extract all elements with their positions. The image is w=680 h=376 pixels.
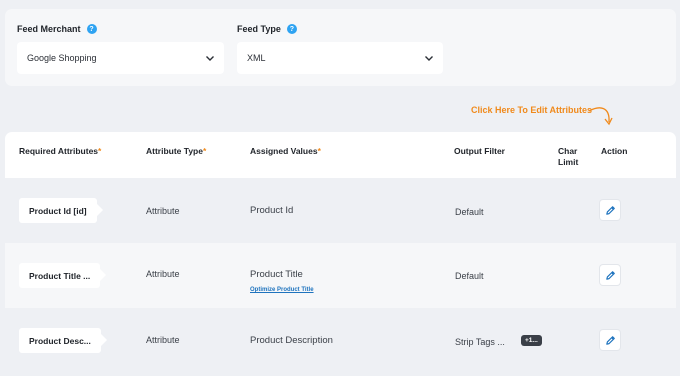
attribute-chip[interactable]: Product Title ... xyxy=(19,263,107,288)
attribute-chip[interactable]: Product Id [id] xyxy=(19,198,103,223)
attribute-chip[interactable]: Product Desc... xyxy=(19,328,107,353)
feed-type-select[interactable]: XML xyxy=(237,42,443,74)
header-char-limit: Char Limit xyxy=(558,146,579,167)
attribute-type-cell: Attribute xyxy=(146,335,180,345)
table-row: Product Desc... Attribute Product Descri… xyxy=(5,308,676,376)
header-assigned-values: Assigned Values* xyxy=(250,146,321,156)
feed-type-help-icon[interactable]: ? xyxy=(286,24,297,34)
assigned-value-cell: Product Id xyxy=(250,205,294,216)
table-row: Product Title ... Attribute Product Titl… xyxy=(5,243,676,308)
header-attribute-type: Attribute Type* xyxy=(146,146,207,156)
chevron-down-icon xyxy=(425,56,433,61)
attributes-table: Required Attributes* Attribute Type* Ass… xyxy=(5,132,676,376)
chevron-down-icon xyxy=(206,56,214,61)
header-action: Action xyxy=(601,146,628,156)
output-filter-cell: Default xyxy=(455,207,484,217)
output-filter-cell: Default xyxy=(455,271,484,281)
header-output-filter: Output Filter xyxy=(454,146,505,156)
edit-attributes-hint: Click Here To Edit Attributes xyxy=(471,105,593,115)
attribute-type-cell: Attribute xyxy=(146,206,180,216)
edit-attribute-button[interactable] xyxy=(600,265,620,285)
pencil-icon xyxy=(605,335,615,345)
assigned-value-cell: Product Description xyxy=(250,335,333,346)
edit-attribute-button[interactable] xyxy=(600,200,620,220)
pencil-icon xyxy=(605,205,615,215)
curved-arrow-icon xyxy=(588,107,613,126)
more-filters-badge[interactable]: +1... xyxy=(521,335,542,346)
feed-merchant-help-icon[interactable]: ? xyxy=(86,24,97,34)
feed-merchant-value: Google Shopping xyxy=(27,53,97,63)
feed-merchant-label: Feed Merchant ? xyxy=(17,24,97,34)
header-required-attributes: Required Attributes* xyxy=(19,146,102,156)
assigned-value-cell: Product Title xyxy=(250,269,303,280)
attribute-type-cell: Attribute xyxy=(146,269,180,279)
edit-attribute-button[interactable] xyxy=(600,330,620,350)
feed-type-value: XML xyxy=(247,53,266,63)
optimize-product-title-link[interactable]: Optimize Product Title xyxy=(250,287,314,293)
output-filter-cell: Strip Tags ... xyxy=(455,337,505,347)
feed-type-label: Feed Type ? xyxy=(237,24,297,34)
pencil-icon xyxy=(605,270,615,280)
table-row: Product Id [id] Attribute Product Id Def… xyxy=(5,178,676,243)
feed-merchant-select[interactable]: Google Shopping xyxy=(17,42,224,74)
